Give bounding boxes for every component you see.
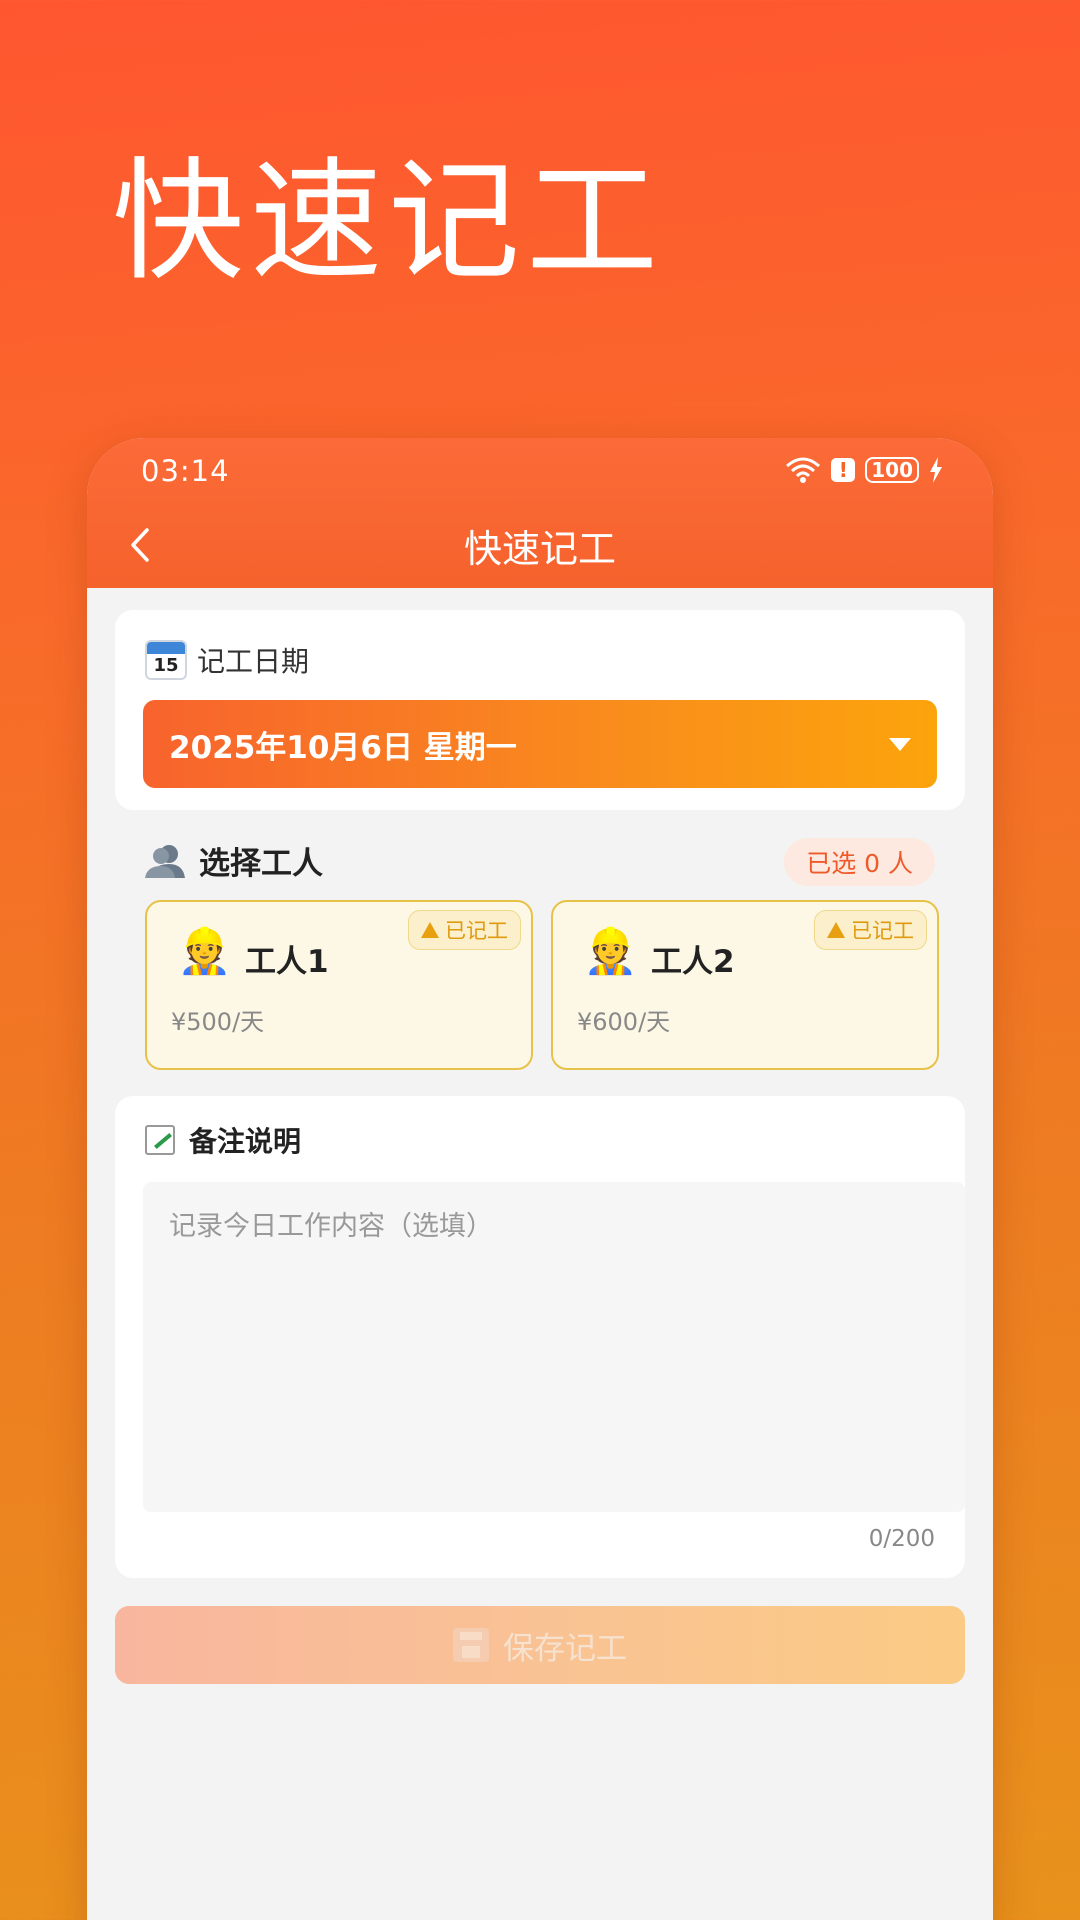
page-title: 快速记工: [463, 527, 616, 571]
alert-icon: !: [831, 458, 856, 482]
logged-badge-label: 已记工: [445, 919, 508, 943]
phone-screen: 03:14 ! 100 快速记工 15 记工日期 2025年10月6日 星期一 …: [87, 438, 993, 1920]
worker-card[interactable]: 👷 工人2 ¥600/天 已记工: [551, 900, 939, 1070]
workers-title: 选择工人: [199, 846, 323, 882]
warning-icon: [827, 922, 845, 938]
construction-worker-icon: 👷: [583, 926, 638, 977]
chevron-down-icon: [889, 737, 911, 751]
date-card: 15 记工日期 2025年10月6日 星期一: [115, 610, 965, 810]
worker-rate: ¥600/天: [577, 1008, 671, 1036]
app-header: 03:14 ! 100 快速记工: [87, 438, 993, 588]
worker-name: 工人1: [245, 944, 329, 980]
battery-icon: 100: [865, 457, 919, 483]
workers-header: 选择工人: [145, 838, 323, 883]
worker-card[interactable]: 👷 工人1 ¥500/天 已记工: [145, 900, 533, 1070]
selected-count-badge: 已选 0 人: [784, 838, 935, 886]
save-button[interactable]: 保存记工: [115, 1606, 965, 1684]
logged-badge: 已记工: [408, 910, 521, 950]
memo-icon: [145, 1125, 175, 1155]
floppy-disk-icon: [453, 1628, 489, 1662]
wifi-icon: [786, 457, 821, 483]
status-time: 03:14: [141, 454, 230, 488]
worker-rate: ¥500/天: [171, 1008, 265, 1036]
notes-card: 备注说明 记录今日工作内容（选填） 0/200: [115, 1096, 965, 1578]
charging-icon: [930, 457, 942, 483]
date-label: 记工日期: [197, 645, 310, 678]
calendar-icon: 15: [145, 640, 187, 680]
status-icons: ! 100: [785, 456, 943, 484]
notes-title: 备注说明: [189, 1125, 302, 1158]
selected-date: 2025年10月6日 星期一: [169, 729, 517, 766]
save-button-label: 保存记工: [503, 1630, 627, 1667]
logged-badge: 已记工: [814, 910, 927, 950]
date-label-row: 15 记工日期: [145, 640, 309, 680]
notes-textarea[interactable]: 记录今日工作内容（选填）: [143, 1182, 965, 1512]
notes-header: 备注说明: [145, 1120, 301, 1160]
notes-char-counter: 0/200: [868, 1526, 935, 1552]
worker-name: 工人2: [651, 944, 735, 980]
warning-icon: [421, 922, 439, 938]
logged-badge-label: 已记工: [851, 919, 914, 943]
construction-worker-icon: 👷: [177, 926, 232, 977]
date-picker[interactable]: 2025年10月6日 星期一: [143, 700, 937, 788]
person-icon: [145, 844, 185, 878]
promo-title: 快速记工: [112, 145, 664, 299]
